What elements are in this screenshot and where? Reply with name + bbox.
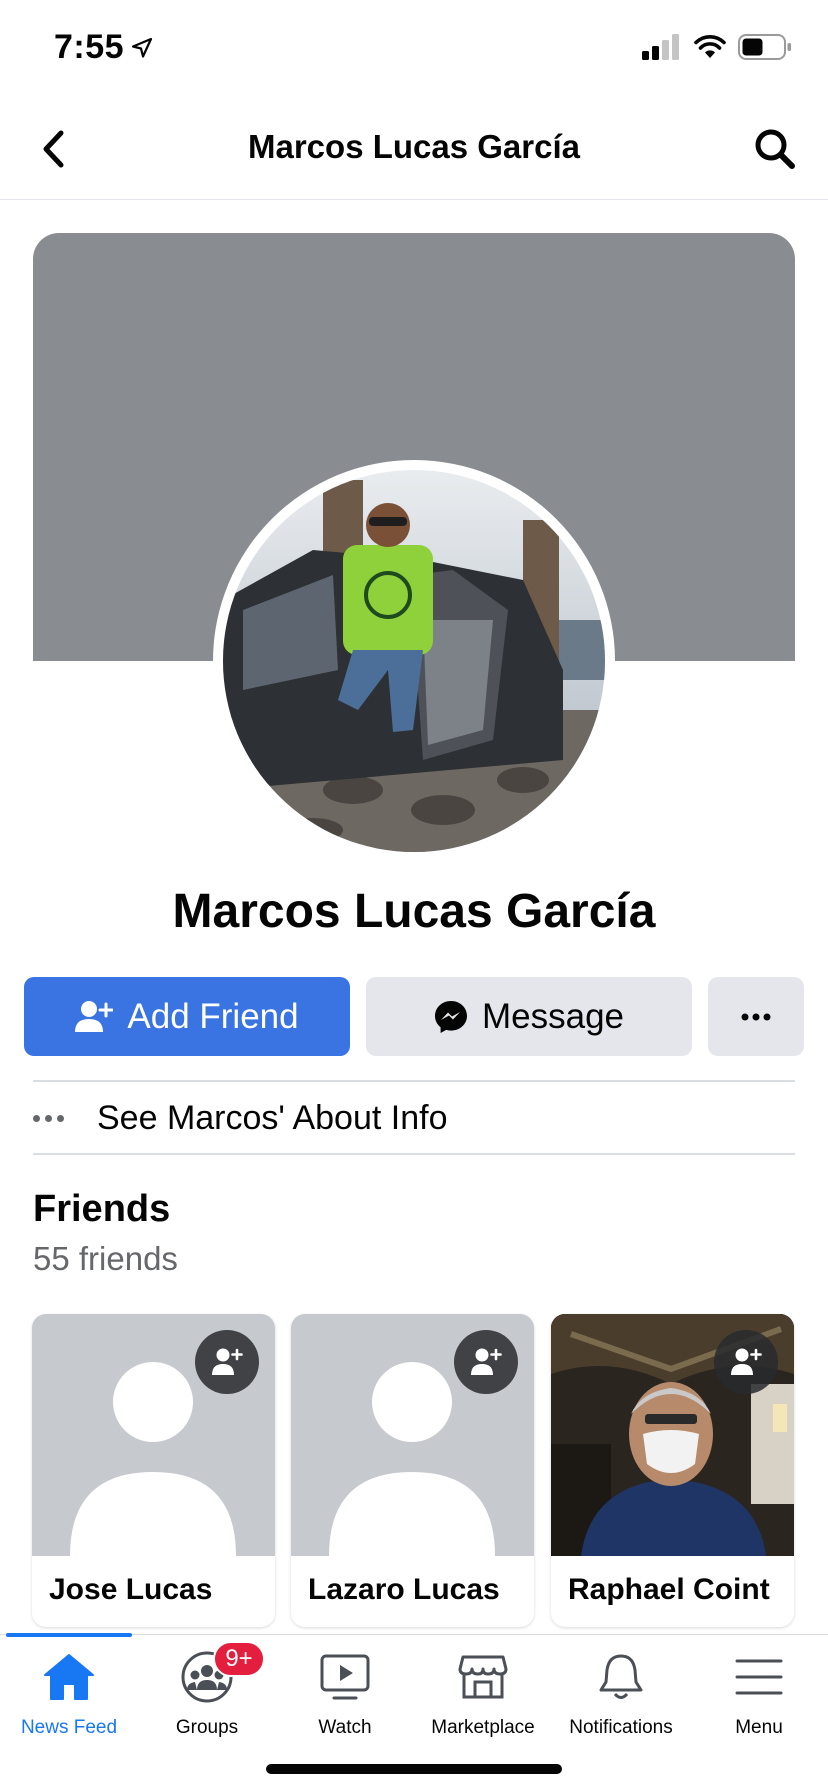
tab-label: Watch	[318, 1717, 372, 1738]
tab-label: Groups	[175, 1717, 239, 1738]
active-tab-indicator	[6, 1633, 132, 1637]
tab-marketplace[interactable]: Marketplace	[414, 1647, 552, 1757]
more-options-button[interactable]	[708, 977, 804, 1056]
tab-label: Marketplace	[431, 1717, 535, 1738]
add-friend-icon[interactable]	[714, 1330, 778, 1394]
tab-label: News Feed	[20, 1717, 118, 1738]
add-friend-button[interactable]: Add Friend	[24, 977, 350, 1056]
add-friend-icon	[75, 1000, 114, 1032]
add-friend-icon[interactable]	[195, 1330, 259, 1394]
friends-heading[interactable]: Friends	[33, 1188, 170, 1231]
about-info-label: See Marcos' About Info	[97, 1098, 448, 1137]
watch-icon	[315, 1647, 375, 1707]
home-indicator[interactable]	[266, 1764, 562, 1774]
messenger-icon	[434, 1000, 467, 1033]
add-friend-icon[interactable]	[454, 1330, 518, 1394]
status-bar: 7:55	[0, 0, 828, 100]
friend-card[interactable]: Raphael Coint	[551, 1314, 794, 1627]
signal-icon	[642, 34, 679, 60]
notification-badge: 9+	[213, 1641, 265, 1677]
message-label: Message	[481, 996, 625, 1036]
friend-card[interactable]: Jose Lucas	[32, 1314, 275, 1627]
friend-name: Raphael Coint	[568, 1573, 770, 1606]
divider	[33, 1153, 795, 1155]
status-time: 7:55	[54, 28, 125, 66]
page-title: Marcos Lucas García	[248, 128, 580, 165]
tab-label: Notifications	[569, 1717, 673, 1738]
search-icon	[755, 129, 795, 169]
home-icon	[39, 1647, 99, 1707]
friend-card[interactable]: Lazaro Lucas	[291, 1314, 534, 1627]
location-arrow-icon	[131, 37, 153, 58]
message-button[interactable]: Message	[366, 977, 692, 1056]
about-info-row[interactable]: See Marcos' About Info	[33, 1082, 795, 1154]
profile-photo	[223, 470, 605, 852]
tab-label: Menu	[735, 1717, 783, 1738]
profile-avatar[interactable]	[223, 470, 605, 852]
tab-notifications[interactable]: Notifications	[552, 1647, 690, 1757]
tab-groups[interactable]: 9+ Groups	[138, 1641, 276, 1757]
friend-name: Lazaro Lucas	[308, 1573, 500, 1606]
tab-watch[interactable]: Watch	[276, 1647, 414, 1757]
friends-count: 55 friends	[33, 1240, 178, 1277]
wifi-icon	[694, 35, 726, 58]
battery-icon	[738, 34, 791, 60]
groups-icon: 9+	[177, 1641, 265, 1707]
ellipsis-icon	[33, 1114, 67, 1122]
add-friend-label: Add Friend	[127, 996, 299, 1036]
tab-news-feed[interactable]: News Feed	[0, 1647, 138, 1757]
search-button[interactable]	[748, 122, 802, 176]
bell-icon	[591, 1647, 651, 1707]
profile-name: Marcos Lucas García	[172, 885, 656, 938]
hamburger-icon	[729, 1647, 789, 1707]
friend-name: Jose Lucas	[49, 1573, 213, 1606]
ellipsis-icon	[741, 1013, 771, 1020]
tab-menu[interactable]: Menu	[690, 1647, 828, 1757]
marketplace-icon	[453, 1647, 513, 1707]
nav-bar: Marcos Lucas García	[0, 100, 828, 200]
